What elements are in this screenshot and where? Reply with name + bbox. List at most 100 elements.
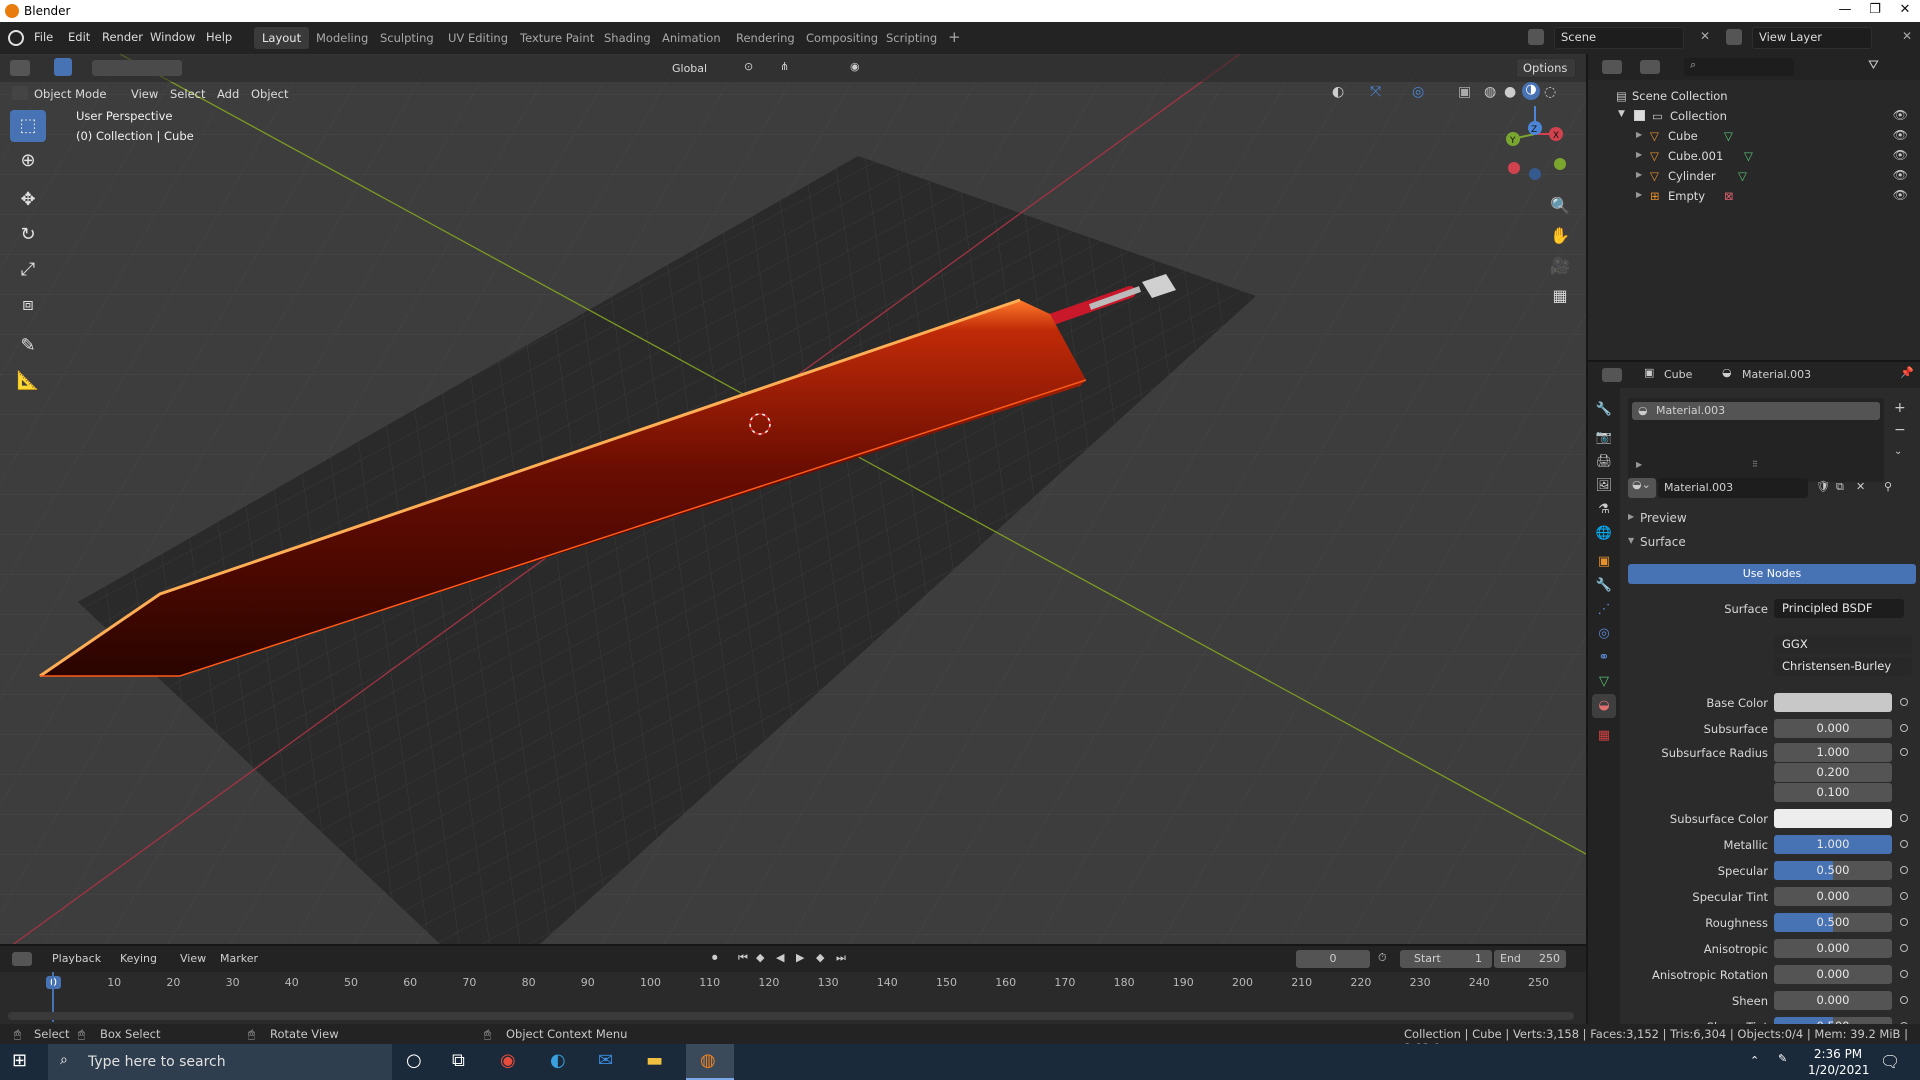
tab-scripting[interactable]: Scripting <box>878 27 945 49</box>
tab-layout[interactable]: Layout <box>254 27 310 49</box>
eye-icon[interactable]: 👁 <box>1893 168 1908 182</box>
menu-window[interactable]: Window <box>150 30 195 44</box>
resize-handle-icon[interactable]: ⠿ <box>1752 460 1758 469</box>
mode-selector[interactable]: Object Mode <box>34 87 106 101</box>
particles-tab-icon[interactable]: ⋰ <box>1592 598 1616 622</box>
blender-menu-icon[interactable] <box>8 30 24 46</box>
timeline-menu-playback[interactable]: Playback <box>52 952 101 965</box>
display-mode-icon[interactable] <box>1640 60 1660 74</box>
measure-tool-icon[interactable]: 📐 <box>10 365 46 397</box>
tab-sculpting[interactable]: Sculpting <box>372 27 442 49</box>
viewport-menu-add[interactable]: Add <box>217 87 239 101</box>
editor-type-icon[interactable] <box>10 60 30 76</box>
property-value-field[interactable]: 0.000 <box>1774 939 1892 958</box>
surface-panel-header[interactable]: ▼ Surface <box>1624 532 1920 552</box>
property-value-field[interactable]: 0.000 <box>1774 991 1892 1010</box>
texture-tab-icon[interactable]: ▦ <box>1592 724 1616 748</box>
outliner-search-input[interactable]: ⌕ <box>1684 58 1794 76</box>
scene-icon[interactable] <box>1528 29 1544 45</box>
material-slot-item[interactable]: ◒ Material.003 <box>1632 402 1880 420</box>
camera-view-icon[interactable]: 🎥 <box>1545 252 1575 280</box>
file-explorer-icon[interactable]: ▬ <box>646 1050 663 1071</box>
view-layer-icon[interactable] <box>1726 29 1742 45</box>
tab-modeling[interactable]: Modeling <box>308 27 376 49</box>
xray-icon[interactable]: ▣ <box>1458 84 1471 100</box>
material-name-field[interactable]: Material.003 <box>1658 478 1808 498</box>
slot-specials-icon[interactable]: ⌄ <box>1894 446 1902 457</box>
visibility-icon[interactable]: ◐ <box>1332 84 1344 100</box>
use-nodes-button[interactable]: Use Nodes <box>1628 564 1916 584</box>
taskbar-time[interactable]: 2:36 PM <box>1808 1047 1868 1061</box>
tray-chevron-icon[interactable]: ⌃ <box>1750 1054 1759 1067</box>
zoom-icon[interactable]: 🔍 <box>1545 192 1575 220</box>
unlink-material-icon[interactable]: ✕ <box>1856 480 1865 493</box>
property-value-field[interactable]: 0.500 <box>1774 861 1892 880</box>
perspective-toggle-icon[interactable]: ▦ <box>1545 282 1575 310</box>
property-value-field[interactable] <box>1774 809 1892 828</box>
render-tab-icon[interactable]: 📷 <box>1592 426 1616 450</box>
world-tab-icon[interactable]: 🌐 <box>1592 522 1616 546</box>
tab-animation[interactable]: Animation <box>654 27 729 49</box>
pin-icon[interactable]: 📌 <box>1900 366 1914 379</box>
select-box-tool-icon[interactable]: ⬚ <box>10 110 46 142</box>
record-icon[interactable]: ⏺ <box>712 951 718 965</box>
constraints-tab-icon[interactable]: ⚭ <box>1592 646 1616 670</box>
add-slot-icon[interactable]: + <box>1894 400 1906 416</box>
viewport-menu-object[interactable]: Object <box>251 87 288 101</box>
viewport-menu-view[interactable]: View <box>131 87 158 101</box>
timeline-scrollbar[interactable] <box>8 1012 1574 1020</box>
select-mode-icon[interactable] <box>54 58 72 76</box>
keyframe-dot-icon[interactable] <box>1900 698 1908 706</box>
keyframe-dot-icon[interactable] <box>1900 944 1908 952</box>
tab-uv-editing[interactable]: UV Editing <box>440 27 516 49</box>
snap-icon[interactable]: ⋔ <box>780 60 789 73</box>
wireframe-shading-icon[interactable]: ◍ <box>1484 84 1496 100</box>
transform-orientation-dropdown[interactable]: Global <box>672 62 707 75</box>
distribution-dropdown[interactable]: GGX <box>1774 635 1912 654</box>
remove-slot-icon[interactable]: − <box>1894 422 1906 438</box>
keyframe-dot-icon[interactable] <box>1900 814 1908 822</box>
mail-icon[interactable]: ✉ <box>598 1050 613 1071</box>
jump-end-icon[interactable]: ⏭ <box>836 951 846 965</box>
pan-hand-icon[interactable]: ✋ <box>1545 222 1575 250</box>
keyframe-dot-icon[interactable] <box>1900 840 1908 848</box>
add-workspace-button[interactable]: + <box>940 24 969 46</box>
end-frame-field[interactable]: End 250 <box>1494 950 1566 968</box>
3d-viewport[interactable]: Z X Y <box>0 54 1586 944</box>
tab-shading[interactable]: Shading <box>596 27 659 49</box>
tab-texture-paint[interactable]: Texture Paint <box>512 27 602 49</box>
outliner-editor-type-icon[interactable] <box>1602 60 1622 74</box>
output-tab-icon[interactable]: 🖨 <box>1592 450 1616 474</box>
menu-render[interactable]: Render <box>102 30 143 44</box>
cortana-icon[interactable]: ○ <box>406 1050 422 1071</box>
material-tab-icon[interactable]: ◒ <box>1592 694 1616 718</box>
start-frame-field[interactable]: Start 1 <box>1400 950 1492 968</box>
menu-file[interactable]: File <box>34 30 53 44</box>
scene-tab-icon[interactable]: ⚗ <box>1592 498 1616 522</box>
outliner-item-cylinder[interactable]: ▶ ▽ Cylinder ▽ 👁 <box>1588 166 1920 186</box>
rendered-shading-icon[interactable]: ◌ <box>1544 84 1556 100</box>
prev-keyframe-icon[interactable]: ◆ <box>756 951 764 964</box>
preview-panel-header[interactable]: ▶ Preview <box>1624 508 1920 528</box>
options-button[interactable]: Options <box>1516 58 1576 78</box>
physics-tab-icon[interactable]: ◎ <box>1592 622 1616 646</box>
outliner-collection[interactable]: ▼ ▭ Collection 👁 <box>1588 106 1920 126</box>
property-value-field[interactable]: 0.000 <box>1774 965 1892 984</box>
view-layer-selector[interactable]: View Layer <box>1752 27 1872 49</box>
chrome-icon[interactable]: ◉ <box>500 1050 516 1071</box>
task-view-icon[interactable]: ⧉ <box>452 1050 465 1071</box>
gizmo-toggle-icon[interactable]: ⤧ <box>1370 84 1381 100</box>
remove-view-layer-icon[interactable]: ✕ <box>1902 29 1916 43</box>
timeline-ruler[interactable]: 0102030405060708090100110120130140150160… <box>0 972 1586 994</box>
eye-icon[interactable]: 👁 <box>1893 188 1908 202</box>
keyframe-dot-icon[interactable] <box>1900 748 1908 756</box>
jump-start-icon[interactable]: ⏮ <box>738 951 748 965</box>
outliner-item-cube-001[interactable]: ▶ ▽ Cube.001 ▽ 👁 <box>1588 146 1920 166</box>
keyframe-dot-icon[interactable] <box>1900 724 1908 732</box>
property-value-field[interactable]: 0.000 <box>1774 719 1892 738</box>
scene-selector[interactable]: Scene <box>1554 27 1684 49</box>
scale-tool-icon[interactable]: ⤢ <box>10 254 46 286</box>
viewport-menu-select[interactable]: Select <box>170 87 205 101</box>
current-frame-field[interactable]: 0 <box>1296 950 1370 968</box>
data-tab-icon[interactable]: ▽ <box>1592 670 1616 694</box>
